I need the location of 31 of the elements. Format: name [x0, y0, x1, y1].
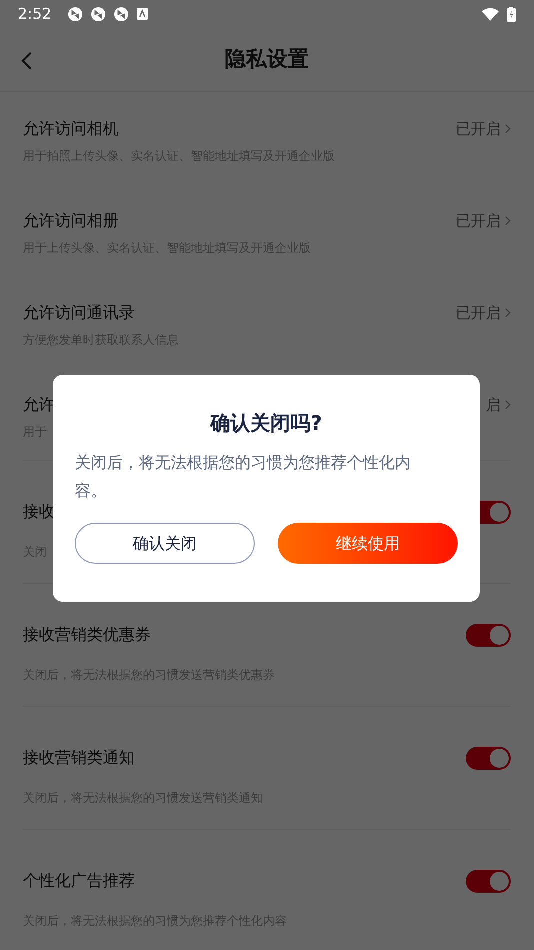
app-icon [114, 6, 129, 22]
toggle-switch[interactable] [466, 870, 511, 893]
dialog-message: 关闭后，将无法根据您的习惯为您推荐个性化内容。 [75, 452, 412, 502]
continue-button[interactable]: 继续使用 [278, 523, 458, 564]
wifi-icon [482, 8, 499, 20]
status-time: 2:52 [18, 4, 52, 25]
battery-icon [507, 6, 516, 22]
keyboard-icon [136, 8, 148, 20]
chevron-icon [505, 216, 511, 226]
toggle-switch[interactable] [466, 624, 511, 647]
setting-status[interactable]: 启 [486, 394, 501, 416]
setting-title: 接收营销类通知 [23, 747, 135, 769]
setting-status[interactable]: 已开启 [456, 210, 501, 232]
chevron-icon [505, 124, 511, 134]
chevron-icon [505, 400, 511, 410]
app-icon [68, 6, 83, 22]
setting-title: 个性化广告推荐 [23, 870, 135, 892]
setting-status[interactable]: 已开启 [456, 118, 501, 140]
setting-title: 接收营销类优惠券 [23, 624, 151, 646]
setting-title: 允许访问通讯录 [23, 302, 135, 324]
toggle-switch[interactable] [466, 747, 511, 770]
setting-title: 允许 [23, 394, 55, 416]
setting-title: 允许访问相机 [23, 118, 119, 140]
setting-title: 允许访问相册 [23, 210, 119, 232]
setting-title: 接收 [23, 501, 55, 523]
confirm-button[interactable]: 确认关闭 [75, 523, 255, 564]
setting-status[interactable]: 已开启 [456, 302, 501, 324]
dialog-title: 确认关闭吗? [209, 410, 324, 437]
app-icon [90, 6, 106, 22]
chevron-icon [505, 308, 511, 318]
page-title: 隐私设置 [225, 46, 309, 73]
